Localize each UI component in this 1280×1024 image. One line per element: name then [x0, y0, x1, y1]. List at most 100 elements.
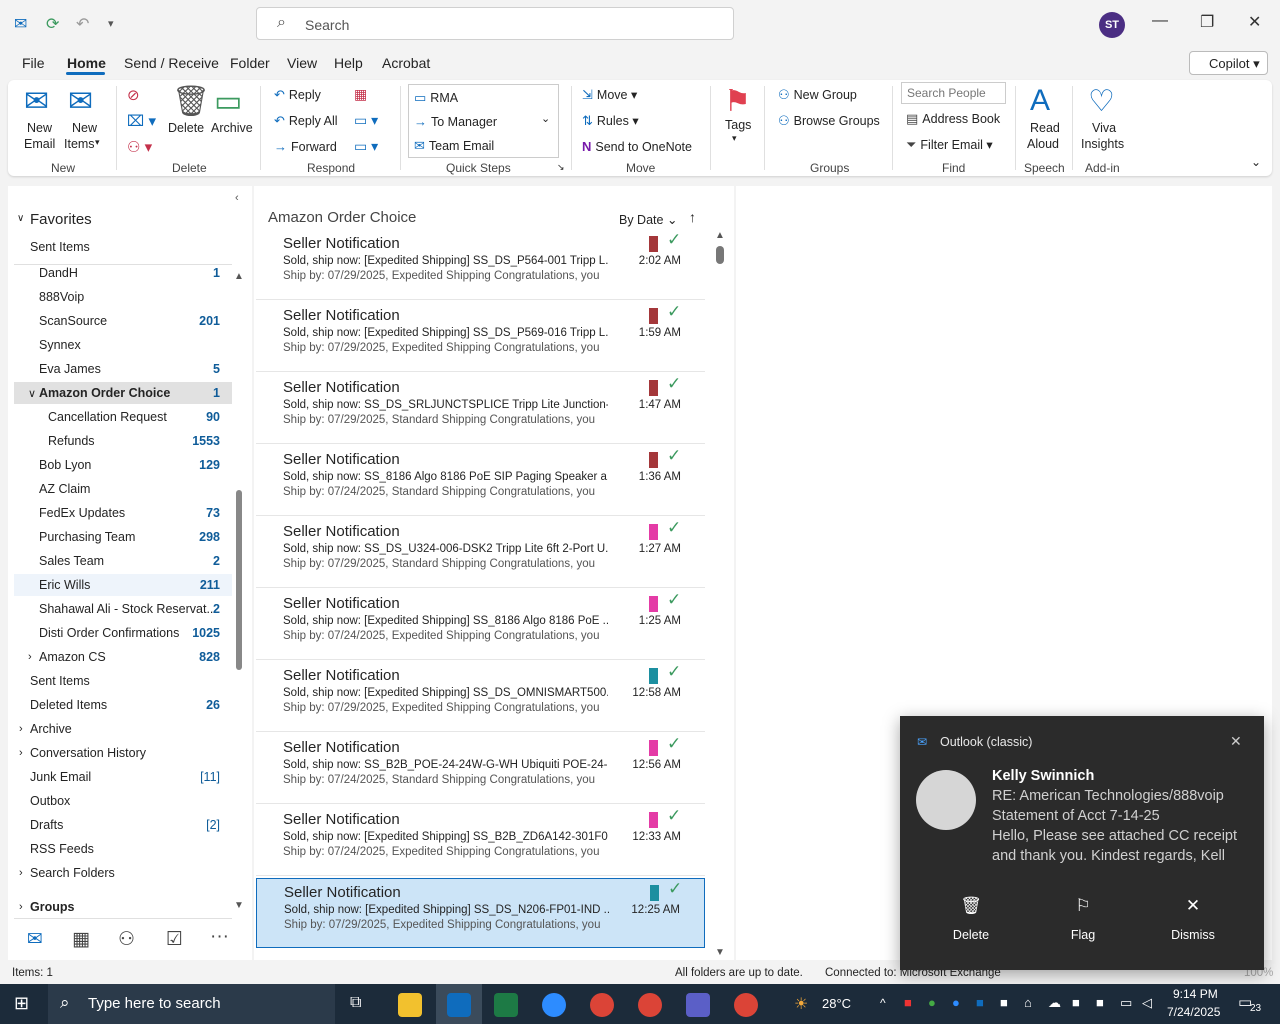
- copilot-button[interactable]: Copilot ▾: [1189, 51, 1268, 75]
- volume-tray-icon[interactable]: ◁: [1142, 995, 1152, 1011]
- outlook-tray-icon[interactable]: ■: [976, 995, 984, 1010]
- filter-email-button[interactable]: ⏷ Filter Email ▾: [906, 137, 993, 153]
- new-items-label-2[interactable]: Items: [64, 137, 95, 151]
- teams-taskbar-icon[interactable]: [686, 993, 710, 1017]
- folder-item[interactable]: ScanSource: [39, 314, 107, 328]
- menu-folder[interactable]: Folder: [230, 55, 270, 71]
- wifi-tray-icon[interactable]: ▭: [1120, 995, 1132, 1011]
- message-item[interactable]: Seller Notification Sold, ship now: [Expe…: [256, 302, 705, 372]
- scroll-down-icon[interactable]: ▼: [715, 947, 725, 958]
- send-to-onenote-button[interactable]: N Send to OneNote: [582, 139, 692, 154]
- scroll-up-icon[interactable]: ▲: [715, 230, 725, 241]
- folder-item[interactable]: Amazon CS: [39, 650, 106, 664]
- address-book-button[interactable]: ▤ Address Book: [906, 111, 1000, 127]
- category-color-tag[interactable]: [649, 380, 658, 396]
- folder-item[interactable]: Cancellation Request: [48, 410, 167, 424]
- chevron-down-icon[interactable]: ∨: [17, 213, 24, 224]
- dismiss-icon[interactable]: ✕: [1153, 896, 1233, 916]
- weather-temp[interactable]: 28°C: [822, 996, 851, 1011]
- chevron-down-icon[interactable]: ▾: [95, 137, 100, 148]
- category-color-tag[interactable]: [649, 668, 658, 684]
- folder-item[interactable]: Synnex: [39, 338, 81, 352]
- toast-close-icon[interactable]: ✕: [1230, 733, 1242, 750]
- folder-item[interactable]: 888Voip: [39, 290, 84, 304]
- folder-item[interactable]: Archive: [30, 722, 72, 736]
- folder-item[interactable]: Sales Team: [39, 554, 104, 568]
- notification-count[interactable]: 23: [1250, 1003, 1261, 1014]
- toast-flag-button[interactable]: Flag: [1043, 928, 1123, 942]
- taskbar-search[interactable]: ⌕ Type here to search: [48, 984, 335, 1024]
- task-view-icon[interactable]: ⧉: [350, 994, 361, 1012]
- menu-send-receive[interactable]: Send / Receive: [124, 55, 219, 71]
- folder-item[interactable]: Amazon Order Choice: [39, 386, 170, 400]
- read-aloud-icon[interactable]: A: [1030, 84, 1050, 118]
- search-box[interactable]: ⌕ Search: [256, 7, 734, 40]
- nav-scrollbar-thumb[interactable]: [236, 490, 242, 670]
- browse-groups-button[interactable]: ⚇ Browse Groups: [778, 113, 880, 129]
- folder-item[interactable]: Bob Lyon: [39, 458, 91, 472]
- category-color-tag[interactable]: [649, 308, 658, 324]
- chrome-profile-taskbar-icon[interactable]: [638, 993, 662, 1017]
- weather-icon[interactable]: ☀: [794, 994, 808, 1014]
- tasks-module-icon[interactable]: ☑: [166, 928, 183, 951]
- viva-label-2[interactable]: Insights: [1081, 137, 1124, 151]
- reply-button[interactable]: ↶ Reply: [274, 87, 321, 103]
- clock-date[interactable]: 7/24/2025: [1167, 1005, 1220, 1019]
- rules-button[interactable]: ⇅ Rules ▾: [582, 113, 639, 129]
- message-item[interactable]: Seller Notification Sold, ship now: [Expe…: [256, 230, 705, 300]
- zoom-tray-icon[interactable]: ●: [952, 995, 960, 1010]
- category-color-tag[interactable]: [650, 885, 659, 901]
- chevron-down-icon[interactable]: ▾: [732, 133, 737, 144]
- folder-item[interactable]: Sent Items: [30, 674, 90, 688]
- more-respond-icon[interactable]: ▭ ▾: [354, 138, 378, 155]
- app-tray-icon[interactable]: ■: [1096, 995, 1104, 1010]
- excel-taskbar-icon[interactable]: [494, 993, 518, 1017]
- viva-insights-icon[interactable]: ♡: [1088, 84, 1115, 119]
- folder-item[interactable]: Purchasing Team: [39, 530, 135, 544]
- outlook-taskbar-icon[interactable]: [447, 993, 471, 1017]
- list-scrollbar-thumb[interactable]: [716, 246, 724, 264]
- im-icon[interactable]: ▭ ▾: [354, 112, 378, 129]
- move-button[interactable]: ⇲ Move ▾: [582, 87, 637, 103]
- category-color-tag[interactable]: [649, 596, 658, 612]
- new-email-icon[interactable]: ✉: [24, 84, 49, 119]
- category-color-tag[interactable]: [649, 452, 658, 468]
- menu-file[interactable]: File: [22, 55, 45, 71]
- message-item[interactable]: Seller Notification Sold, ship now: [Expe…: [256, 806, 705, 876]
- read-aloud-label[interactable]: Read: [1030, 121, 1060, 135]
- folder-item[interactable]: DandH: [39, 266, 78, 280]
- dialog-launcher-icon[interactable]: ↘: [557, 162, 565, 173]
- folder-item[interactable]: Groups: [30, 900, 74, 914]
- new-group-button[interactable]: ⚇ New Group: [778, 87, 857, 103]
- menu-acrobat[interactable]: Acrobat: [382, 55, 430, 71]
- archive-label[interactable]: Archive: [211, 121, 253, 135]
- folder-item[interactable]: Conversation History: [30, 746, 146, 760]
- viva-label[interactable]: Viva: [1092, 121, 1116, 135]
- ignore-icon[interactable]: ⊘: [127, 86, 140, 104]
- folder-item[interactable]: AZ Claim: [39, 482, 90, 496]
- scroll-up-icon[interactable]: ▲: [234, 271, 244, 282]
- message-item[interactable]: Seller Notification Sold, ship now: SS_DS…: [256, 518, 705, 588]
- trash-icon[interactable]: 🗑: [931, 896, 1011, 916]
- acrobat-tray-icon[interactable]: ■: [904, 995, 912, 1010]
- quick-steps-expand-icon[interactable]: ⌄: [541, 112, 550, 125]
- checkmark-icon[interactable]: ✓: [667, 446, 681, 466]
- network-tray-icon[interactable]: ⌂: [1024, 995, 1032, 1010]
- folder-item[interactable]: Junk Email: [30, 770, 91, 784]
- delete-icon[interactable]: 🗑: [172, 84, 210, 119]
- folder-item[interactable]: Deleted Items: [30, 698, 107, 712]
- message-item[interactable]: Seller Notification Sold, ship now: [Expe…: [256, 878, 705, 948]
- people-module-icon[interactable]: ⚇: [118, 928, 135, 951]
- message-item[interactable]: Seller Notification Sold, ship now: SS_81…: [256, 446, 705, 516]
- checkmark-icon[interactable]: ✓: [667, 374, 681, 394]
- menu-help[interactable]: Help: [334, 55, 363, 71]
- search-people-input[interactable]: Search People: [901, 82, 1006, 104]
- clock-time[interactable]: 9:14 PM: [1173, 987, 1218, 1001]
- chrome-taskbar-icon[interactable]: [590, 993, 614, 1017]
- menu-home[interactable]: Home: [67, 55, 106, 71]
- quick-step-team-email[interactable]: ✉ Team Email: [414, 138, 494, 154]
- folder-item[interactable]: FedEx Updates: [39, 506, 125, 520]
- close-button[interactable]: ✕: [1248, 12, 1261, 32]
- category-color-tag[interactable]: [649, 740, 658, 756]
- ribbon-collapse-icon[interactable]: ⌄: [1251, 155, 1261, 169]
